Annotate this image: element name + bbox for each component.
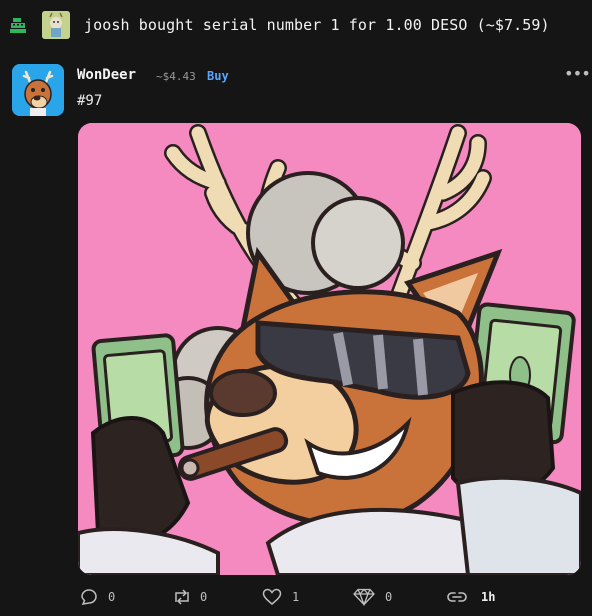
creator-coin-price: ~$4.43: [156, 70, 196, 83]
notification-text: joosh bought serial number 1 for 1.00 DE…: [84, 16, 550, 34]
post-author[interactable]: WonDeer: [77, 67, 136, 83]
avatar[interactable]: [12, 64, 64, 116]
comment-icon: [81, 589, 97, 605]
post-timestamp: 1h: [481, 590, 496, 604]
diamond-button[interactable]: 0: [352, 588, 396, 606]
nft-thumbnail[interactable]: [42, 11, 70, 39]
post-body: #97: [77, 93, 103, 109]
copy-link-button[interactable]: [446, 588, 470, 606]
like-button[interactable]: 1: [262, 588, 302, 606]
diamond-icon: [353, 588, 375, 606]
comment-button[interactable]: 0: [80, 588, 120, 606]
comment-count: 0: [108, 590, 116, 604]
more-options-icon[interactable]: •••: [564, 64, 591, 83]
link-icon: [447, 592, 467, 602]
like-count: 1: [292, 590, 300, 604]
buy-link[interactable]: Buy: [207, 69, 229, 83]
diamond-count: 0: [385, 590, 393, 604]
repost-button[interactable]: 0: [172, 588, 212, 606]
post-actions: 0 0 1 0: [0, 582, 592, 612]
cash-register-icon: [9, 16, 27, 34]
repost-icon: [175, 589, 189, 605]
repost-count: 0: [200, 590, 208, 604]
notification-row[interactable]: joosh bought serial number 1 for 1.00 DE…: [0, 0, 592, 50]
nft-image[interactable]: [78, 123, 581, 575]
heart-icon: [262, 588, 282, 605]
